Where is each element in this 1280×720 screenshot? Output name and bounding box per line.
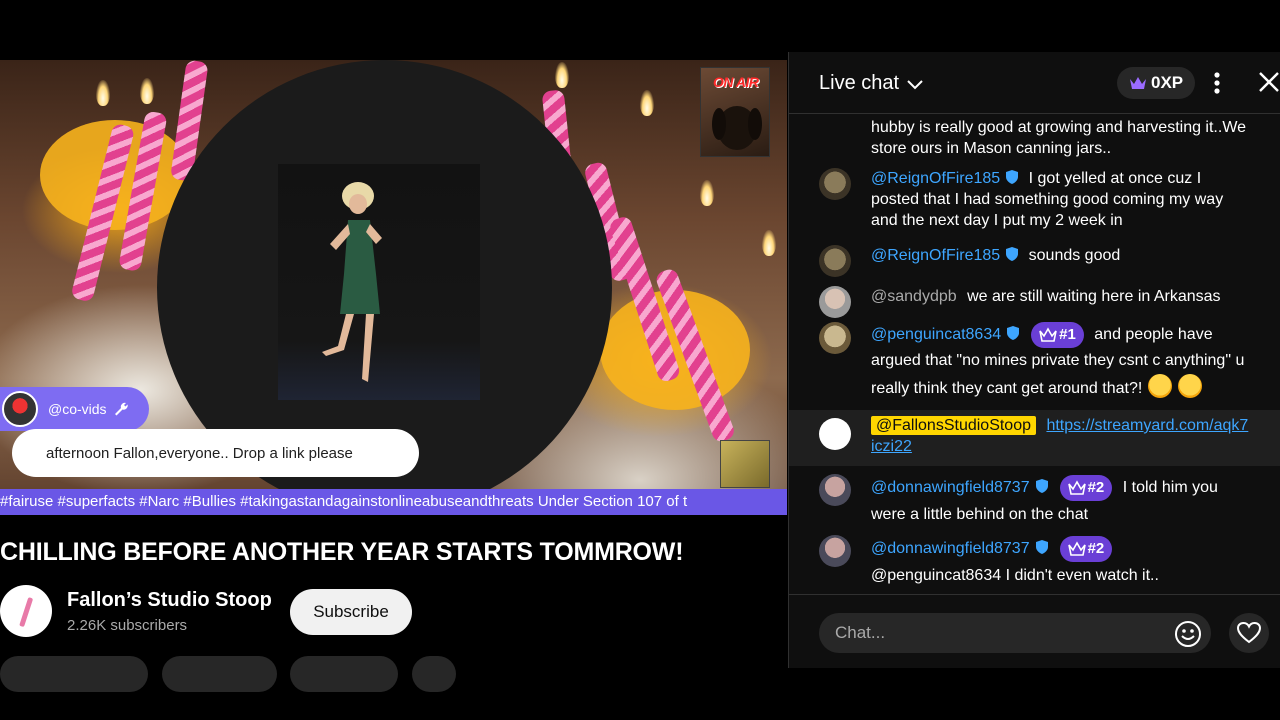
crown-icon (1130, 77, 1146, 89)
avatar[interactable] (819, 168, 851, 200)
chat-message-text: hubby is really good at growing and harv… (871, 119, 1247, 157)
chevron-down-icon (907, 79, 923, 89)
channel-avatar[interactable] (0, 585, 52, 637)
rank-label: #2 (1087, 479, 1105, 497)
chat-title: Live chat (819, 72, 900, 94)
member-rank-badge: #2 (1059, 474, 1113, 501)
chat-author[interactable]: @penguincat8634 (871, 326, 1001, 343)
avatar[interactable] (819, 474, 851, 506)
commenter-tag: @co-vids (0, 387, 149, 431)
video-title: CHILLING BEFORE ANOTHER YEAR STARTS TOMM… (0, 538, 684, 566)
chat-author[interactable]: @ReignOfFire185 (871, 170, 1000, 187)
avatar[interactable] (819, 418, 851, 450)
live-chat-panel: Live chat 0XP hubby is really good at gr… (788, 52, 1280, 668)
chat-author[interactable]: @ReignOfFire185 (871, 247, 1000, 264)
chat-author[interactable]: @sandydpb (871, 288, 957, 305)
crown-icon (1039, 327, 1057, 342)
avatar[interactable] (819, 245, 851, 277)
avatar[interactable] (819, 322, 851, 354)
close-icon[interactable] (1255, 68, 1280, 98)
chat-author-owner[interactable]: @FallonsStudioStoop (871, 416, 1036, 435)
news-ticker: #fairuse #superfacts #Narc #Bullies #tak… (0, 489, 787, 515)
chat-messages[interactable]: hubby is really good at growing and harv… (789, 114, 1280, 594)
candle-flame (640, 90, 654, 116)
emoji-picker-icon[interactable] (1173, 619, 1203, 649)
candle-flame (762, 230, 776, 256)
candle-flame (140, 78, 154, 104)
wrench-icon (114, 402, 128, 416)
chat-message-text: we are still waiting here in Arkansas (967, 288, 1221, 305)
highlighted-comment: afternoon Fallon,everyone.. Drop a link … (12, 429, 419, 477)
chat-input-area (789, 594, 1280, 668)
chat-message-owner: @FallonsStudioStoop https://streamyard.c… (789, 410, 1280, 466)
commenter-avatar (2, 391, 38, 427)
laughing-emoji-icon (1148, 374, 1173, 399)
candle-flame (555, 62, 569, 88)
member-rank-badge: #2 (1059, 535, 1113, 562)
candle-flame (700, 180, 714, 206)
chat-message-text: @penguincat8634 I didn't even watch it.. (871, 567, 1159, 584)
verified-icon (1035, 540, 1048, 554)
candle-flame (96, 80, 110, 106)
laughing-emoji-icon (1178, 374, 1203, 399)
crown-icon (1067, 480, 1086, 495)
chat-header: Live chat 0XP (789, 52, 1280, 114)
xp-badge[interactable]: 0XP (1117, 67, 1196, 99)
chat-message-text: sounds good (1028, 247, 1121, 264)
more-options-icon[interactable] (1207, 68, 1227, 98)
avatar[interactable] (819, 286, 851, 318)
chat-author[interactable]: @donnawingfield8737 (871, 540, 1030, 557)
on-air-sticker: ON AIR (700, 67, 770, 157)
xp-value: 0XP (1151, 73, 1184, 92)
channel-name[interactable]: Fallon’s Studio Stoop (67, 589, 272, 612)
action-pill[interactable] (162, 656, 277, 692)
action-pill[interactable] (0, 656, 148, 692)
action-pill[interactable] (290, 656, 398, 692)
subscribe-button[interactable]: Subscribe (290, 589, 412, 635)
chat-input[interactable] (819, 613, 1211, 653)
subscriber-count: 2.26K subscribers (67, 617, 188, 634)
sponsor-thumbnail (720, 440, 770, 488)
avatar[interactable] (819, 535, 851, 567)
video-player[interactable]: ON AIR @co-vids afternoon Fallon,everyon… (0, 60, 787, 515)
chat-mode-selector[interactable]: Live chat (819, 72, 925, 95)
verified-icon (1007, 326, 1020, 341)
heart-icon[interactable] (1229, 613, 1269, 653)
rank-label: #1 (1059, 326, 1076, 343)
verified-icon (1035, 479, 1048, 493)
verified-icon (1006, 170, 1019, 184)
commenter-handle: @co-vids (48, 401, 107, 417)
rank-label: #2 (1087, 540, 1105, 558)
crown-icon (1067, 541, 1086, 556)
verified-icon (1006, 247, 1019, 261)
member-rank-badge: #1 (1031, 322, 1084, 348)
more-actions-pill[interactable] (412, 656, 456, 692)
chat-author[interactable]: @donnawingfield8737 (871, 479, 1030, 496)
dancer-video (278, 164, 480, 400)
